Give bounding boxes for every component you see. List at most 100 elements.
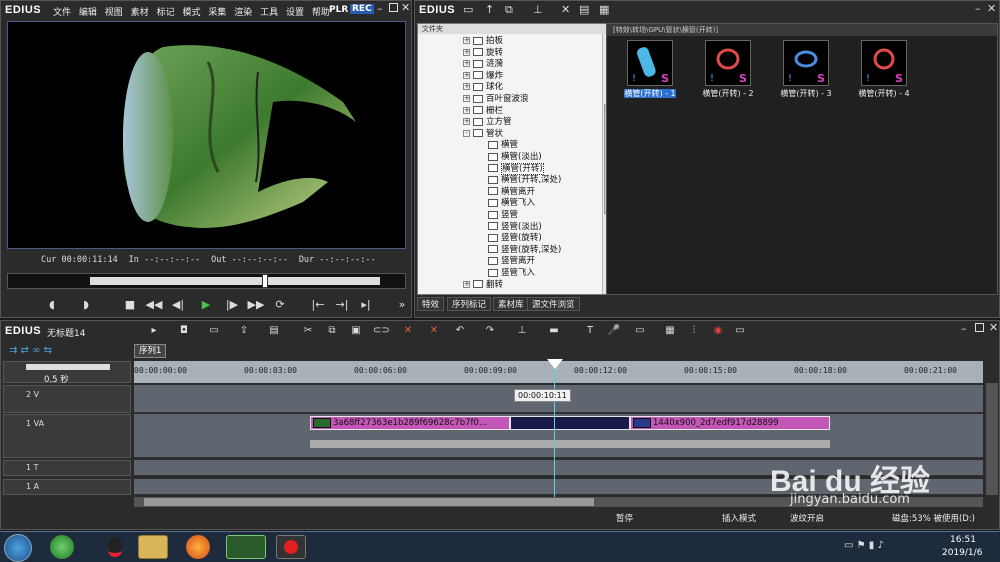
timeline-minimize-icon[interactable]: – <box>961 322 967 335</box>
audio-waveform[interactable] <box>310 440 830 448</box>
track-header-2v[interactable]: 2 V <box>3 385 131 413</box>
insert-icon[interactable]: |← <box>309 296 327 314</box>
step-back-icon[interactable]: ◀| <box>169 296 187 314</box>
playhead-line[interactable] <box>554 361 555 497</box>
collapse-icon[interactable]: - <box>463 129 470 137</box>
bin-close-icon[interactable]: ✕ <box>987 2 996 15</box>
track-header-1va[interactable]: 1 VA <box>3 414 131 458</box>
replace-icon[interactable]: ▸| <box>357 296 375 314</box>
cut-icon[interactable]: ✂ <box>301 324 315 338</box>
expand-icon[interactable]: + <box>463 71 470 79</box>
start-button-icon[interactable] <box>4 534 32 562</box>
save-project-icon[interactable]: ▤ <box>267 324 281 338</box>
mixer-icon[interactable]: ⊥ <box>515 324 529 338</box>
timeline-close-icon[interactable]: ✕ <box>989 321 998 334</box>
asset-item-4[interactable]: ! S 横管(开转) - 4 <box>849 40 919 99</box>
tree-item[interactable]: + 球化 <box>463 82 503 94</box>
audio-mixer-icon[interactable]: ⫶ <box>687 324 701 338</box>
step-forward-icon[interactable]: |▶ <box>223 296 241 314</box>
timeline-vscrollbar[interactable] <box>986 383 998 495</box>
play-icon[interactable]: ▶ <box>197 296 215 314</box>
folder-icon[interactable]: ▭ <box>463 3 473 16</box>
copy-clip-icon[interactable]: ⧉ <box>325 324 339 338</box>
tree-item[interactable]: + 爆炸 <box>463 71 503 83</box>
tree-item[interactable]: + 栅栏 <box>463 106 503 118</box>
expand-icon[interactable]: + <box>463 118 470 126</box>
tree-item[interactable]: 竖管离开 <box>488 256 535 268</box>
tree-item[interactable]: - 管状 <box>463 129 503 141</box>
view-icon[interactable]: ▦ <box>599 3 609 16</box>
tree-item[interactable]: + 立方管 <box>463 117 512 129</box>
tree-item[interactable]: + 旋转 <box>463 48 503 60</box>
tree-item[interactable]: 竖管(淡出) <box>488 222 542 234</box>
browser-360-icon[interactable] <box>50 535 74 559</box>
minimize-icon[interactable]: – <box>377 2 383 15</box>
rec-button[interactable]: REC <box>350 4 374 14</box>
expand-icon[interactable]: + <box>463 95 470 102</box>
new-sequence-icon[interactable]: ▸ <box>147 324 161 338</box>
firefox-icon[interactable] <box>186 535 210 559</box>
undo-icon[interactable]: ↶ <box>453 324 467 338</box>
more-icon[interactable]: » <box>393 296 411 314</box>
tree-item[interactable]: 横管(开转,深处) <box>488 175 561 187</box>
menu-item-help[interactable]: 帮助 <box>312 8 330 18</box>
track-mode-icon[interactable]: ⇉ ⇄ ∞ ⇆ <box>9 345 52 356</box>
delete-icon[interactable]: ✕ <box>561 3 570 16</box>
menu-item-marker[interactable]: 标记 <box>157 8 175 18</box>
close-icon[interactable]: ✕ <box>401 1 410 14</box>
overwrite-icon[interactable]: →| <box>333 296 351 314</box>
layout-icon[interactable]: ▭ <box>733 324 747 338</box>
tree-item[interactable]: 竖管 <box>488 210 518 222</box>
video-clip-b[interactable]: 1440x900_2d7edf917d28899 <box>630 416 830 430</box>
tab-source-browser[interactable]: 源文件浏览 <box>527 297 580 311</box>
explorer-icon[interactable] <box>138 535 168 559</box>
tools-icon[interactable]: ⊥ <box>533 3 543 16</box>
recorder-icon[interactable] <box>276 535 306 559</box>
preview-screen[interactable] <box>7 21 406 249</box>
zoom-slider[interactable] <box>26 364 110 370</box>
tree-item[interactable]: + 翻转 <box>463 280 503 292</box>
clock-date[interactable]: 2019/1/6 <box>942 548 982 558</box>
timeline-maximize-icon[interactable] <box>975 323 984 332</box>
save-icon[interactable]: ◘ <box>177 324 191 338</box>
paste-icon[interactable]: ▣ <box>349 324 363 338</box>
menu-item-clip[interactable]: 素材 <box>131 8 149 18</box>
grid-icon[interactable]: ▦ <box>663 324 677 338</box>
record-icon[interactable]: ◉ <box>711 324 725 338</box>
qq-icon[interactable] <box>100 535 130 559</box>
tray-icons[interactable]: ▭ ⚑ ▮ ♪ <box>844 540 884 551</box>
tree-item[interactable]: 竖管飞入 <box>488 268 535 280</box>
timeline-scroll-thumb[interactable] <box>144 498 594 506</box>
menu-item-edit[interactable]: 编辑 <box>79 8 97 18</box>
track-header-1t[interactable]: 1 T <box>3 460 131 476</box>
redo-icon[interactable]: ↷ <box>483 324 497 338</box>
tab-sequence-markers[interactable]: 序列标记 <box>447 297 492 311</box>
tree-item[interactable]: 横管离开 <box>488 187 535 199</box>
tree-item[interactable]: 竖管(旋转,深处) <box>488 245 561 257</box>
plr-button[interactable]: PLR <box>329 5 348 15</box>
expand-icon[interactable]: + <box>463 280 470 288</box>
menu-item-capture[interactable]: 采集 <box>208 8 226 18</box>
tree-item[interactable]: 横管(淡出) <box>488 152 542 164</box>
fast-forward-icon[interactable]: ▶▶ <box>247 296 265 314</box>
delete-clip-icon[interactable]: ✕ <box>401 324 415 338</box>
expand-icon[interactable]: + <box>463 48 470 56</box>
stop-icon[interactable]: ■ <box>121 296 139 314</box>
rewind-icon[interactable]: ◀◀ <box>145 296 163 314</box>
tree-item[interactable]: 横管(开转) <box>488 162 544 176</box>
transition-clip[interactable] <box>510 416 630 430</box>
set-in-icon[interactable]: ◖ <box>43 296 61 314</box>
playhead-marker-icon[interactable] <box>547 359 563 369</box>
up-folder-icon[interactable]: ↑ <box>485 3 494 16</box>
tab-effects[interactable]: 特效 <box>417 297 445 311</box>
voiceover-icon[interactable]: 🎤 <box>607 324 621 338</box>
tab-bin[interactable]: 素材库 <box>493 297 529 311</box>
menu-item-mode[interactable]: 模式 <box>182 8 200 18</box>
tree-item[interactable]: + 涟漪 <box>463 59 503 71</box>
set-out-icon[interactable]: ◗ <box>77 296 95 314</box>
menu-item-view[interactable]: 视图 <box>105 8 123 18</box>
maximize-icon[interactable] <box>389 3 398 12</box>
tree-item[interactable]: 竖管(旋转) <box>488 233 542 245</box>
expand-icon[interactable]: + <box>463 83 470 91</box>
loop-icon[interactable]: ⟳ <box>271 296 289 314</box>
